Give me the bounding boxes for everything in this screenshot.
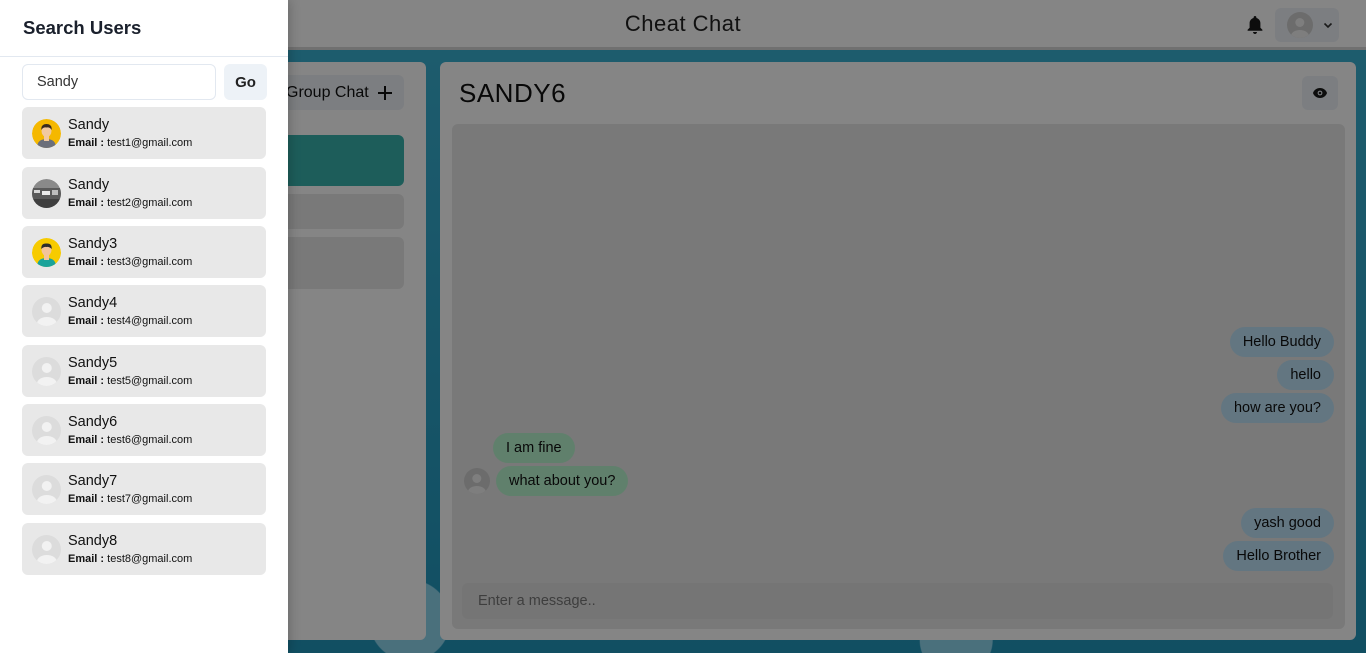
user-name: Sandy8	[68, 532, 118, 549]
user-result-item[interactable]: Sandy Email : test1@gmail.com	[22, 107, 266, 159]
user-result-item[interactable]: Sandy5 Email : test5@gmail.com	[22, 345, 266, 397]
user-email: Email : test4@gmail.com	[68, 314, 193, 327]
go-button[interactable]: Go	[224, 64, 267, 100]
boy-avatar-icon	[32, 237, 61, 267]
default-avatar-icon	[32, 296, 61, 326]
user-result-item[interactable]: Sandy6 Email : test6@gmail.com	[22, 404, 266, 456]
user-name: Sandy4	[68, 294, 118, 311]
user-email: Email : test5@gmail.com	[68, 374, 193, 387]
photo-avatar	[32, 178, 61, 208]
search-row: Go	[22, 64, 267, 100]
user-result-item[interactable]: Sandy7 Email : test7@gmail.com	[22, 463, 266, 515]
default-avatar-icon	[32, 415, 61, 445]
user-email: Email : test1@gmail.com	[68, 136, 193, 149]
user-name: Sandy6	[68, 413, 118, 430]
user-email: Email : test6@gmail.com	[68, 433, 193, 446]
user-name: Sandy7	[68, 472, 118, 489]
user-result-item[interactable]: Sandy Email : test2@gmail.com	[22, 167, 266, 219]
user-name: Sandy	[68, 116, 110, 133]
search-input[interactable]	[22, 64, 216, 100]
default-avatar-icon	[32, 534, 61, 564]
default-avatar-icon	[32, 474, 61, 504]
drawer-title: Search Users	[0, 0, 288, 57]
user-email: Email : test3@gmail.com	[68, 255, 193, 268]
user-result-item[interactable]: Sandy3 Email : test3@gmail.com	[22, 226, 266, 278]
user-email: Email : test2@gmail.com	[68, 196, 193, 209]
user-name: Sandy5	[68, 354, 118, 371]
user-email: Email : test8@gmail.com	[68, 552, 193, 565]
user-result-item[interactable]: Sandy8 Email : test8@gmail.com	[22, 523, 266, 575]
user-result-item[interactable]: Sandy4 Email : test4@gmail.com	[22, 285, 266, 337]
search-users-drawer: Search Users Go Sandy Email : test1@gmai…	[0, 0, 288, 653]
user-email: Email : test7@gmail.com	[68, 492, 193, 505]
default-avatar-icon	[32, 356, 61, 386]
user-name: Sandy	[68, 176, 110, 193]
user-name: Sandy3	[68, 235, 118, 252]
man-avatar-icon	[32, 118, 61, 148]
